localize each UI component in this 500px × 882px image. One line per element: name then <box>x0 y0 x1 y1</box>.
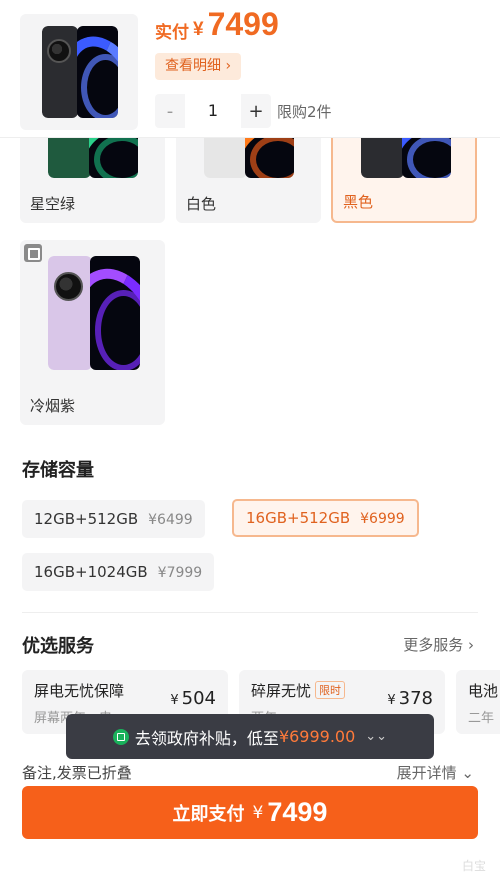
watermark: 白宝 <box>461 859 486 873</box>
service-card-battery[interactable]: 电池 二年 <box>456 670 500 734</box>
storage-price: ¥7999 <box>157 565 203 581</box>
more-services-link[interactable]: 更多服务 › <box>403 634 474 655</box>
quantity-stepper: - 1 + <box>155 94 271 128</box>
expand-details-link[interactable]: 展开详情 ⌄ <box>397 762 474 783</box>
storage-label: 16GB+1024GB <box>34 563 148 581</box>
storage-section-title: 存储容量 <box>22 460 94 481</box>
storage-option-16-512[interactable]: 16GB+512GB ¥6999 <box>232 499 419 537</box>
double-chevron-down-icon[interactable]: ⌄⌄ <box>365 729 387 744</box>
color-option-purple[interactable]: 冷烟紫 <box>20 240 165 425</box>
color-label: 白色 <box>186 195 217 213</box>
increase-button[interactable]: + <box>241 101 271 122</box>
storage-price: ¥6499 <box>148 512 193 528</box>
product-thumbnail <box>20 14 138 130</box>
section-divider <box>22 612 478 613</box>
pay-label: 立即支付 <box>172 803 245 825</box>
color-label: 冷烟紫 <box>30 397 76 415</box>
pay-now-button[interactable]: 立即支付 ¥ 7499 <box>22 786 478 839</box>
storage-option-12-512[interactable]: 12GB+512GB ¥6499 <box>22 500 205 538</box>
remark-text: 备注,发票已折叠 <box>22 764 132 782</box>
decrease-button[interactable]: - <box>155 101 185 122</box>
subsidy-price: ¥6999.00 <box>278 727 356 746</box>
color-label: 黑色 <box>343 193 374 211</box>
service-price: ¥378 <box>387 688 433 709</box>
service-price: ¥504 <box>170 688 216 709</box>
subsidy-text: 去领政府补贴，低至 <box>134 728 279 748</box>
price-value: ¥7499 <box>193 6 279 42</box>
color-label: 星空绿 <box>30 195 76 213</box>
expand-image-icon[interactable] <box>24 244 42 262</box>
storage-label: 16GB+512GB <box>246 509 351 527</box>
purchase-limit: 限购2件 <box>277 103 332 121</box>
subsidy-icon <box>112 728 129 745</box>
pay-price: 7499 <box>267 797 328 827</box>
storage-price: ¥6999 <box>360 511 405 527</box>
view-details-button[interactable]: 查看明细 › <box>155 53 242 80</box>
services-section-title: 优选服务 <box>22 636 94 657</box>
subsidy-banner[interactable]: 去领政府补贴，低至 ¥6999.00 ⌄⌄ <box>66 714 434 759</box>
service-desc: 二年 <box>468 711 495 726</box>
storage-option-16-1024[interactable]: 16GB+1024GB ¥7999 <box>22 553 215 591</box>
limited-tag: 限时 <box>315 681 346 699</box>
price-label: 实付 <box>155 23 189 43</box>
pay-currency: ¥ <box>252 802 264 823</box>
phone-image <box>42 26 118 118</box>
order-header: 实付 ¥7499 查看明细 › - 1 + 限购2件 <box>0 0 500 138</box>
storage-label: 12GB+512GB <box>34 510 139 528</box>
service-name: 电池 <box>468 682 499 700</box>
quantity-value[interactable]: 1 <box>185 94 241 128</box>
phone-image <box>48 256 140 370</box>
